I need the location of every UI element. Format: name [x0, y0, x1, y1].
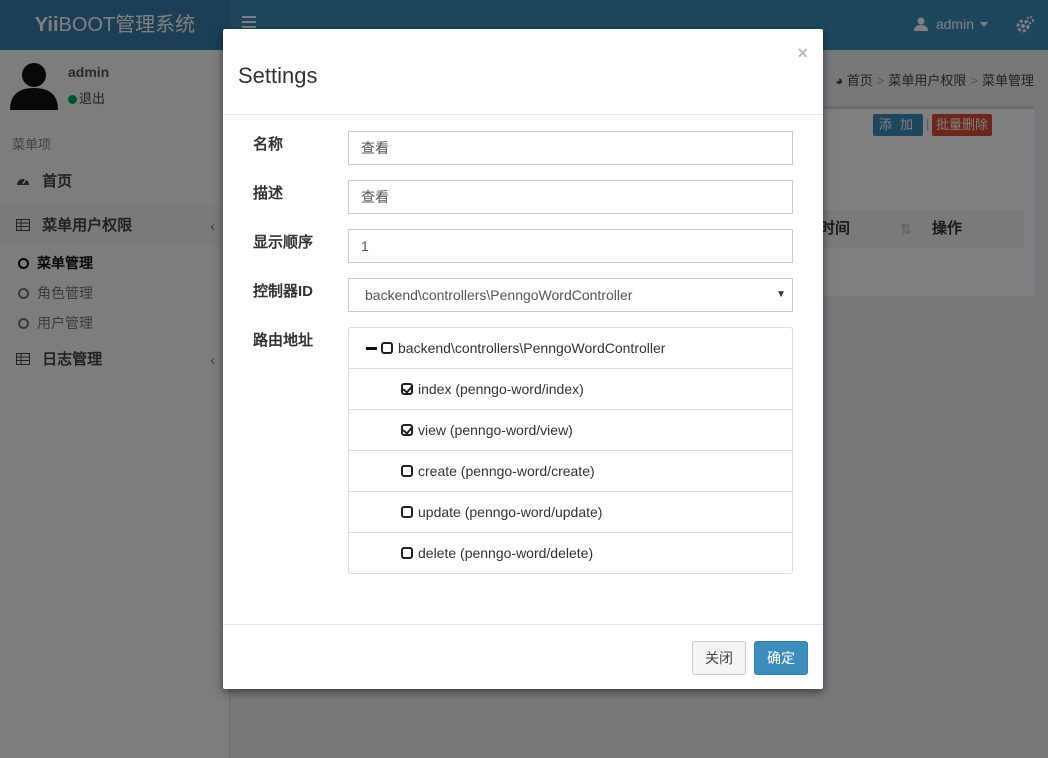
settings-modal: Settings × 名称 描述 显示顺序 控制器ID backend\cont… — [223, 29, 823, 689]
close-icon[interactable]: × — [797, 43, 808, 64]
label-controller: 控制器ID — [253, 283, 314, 300]
desc-input[interactable] — [348, 180, 793, 214]
route-label: update (penngo-word/update) — [418, 504, 603, 520]
checked-checkbox-icon[interactable] — [401, 424, 413, 436]
controller-select[interactable]: backend\controllers\PenngoWordController… — [348, 278, 793, 312]
tree-root-row[interactable]: backend\controllers\PenngoWordController — [349, 328, 792, 369]
tree-row-index[interactable]: index (penngo-word/index) — [349, 369, 792, 410]
label-order: 显示顺序 — [253, 234, 314, 251]
checkbox-icon[interactable] — [381, 342, 393, 354]
collapse-icon[interactable] — [366, 347, 377, 350]
modal-footer: 关闭 确定 — [223, 624, 823, 689]
tree-row-view[interactable]: view (penngo-word/view) — [349, 410, 792, 451]
label-route: 路由地址 — [253, 332, 314, 349]
select-arrow-icon: ▼ — [776, 289, 786, 300]
name-input[interactable] — [348, 131, 793, 165]
checked-checkbox-icon[interactable] — [401, 383, 413, 395]
route-label: create (penngo-word/create) — [418, 463, 595, 479]
checkbox-icon[interactable] — [401, 506, 413, 518]
modal-title: Settings — [238, 63, 318, 88]
label-desc: 描述 — [253, 185, 284, 202]
controller-select-value: backend\controllers\PenngoWordController — [365, 287, 633, 303]
route-label: index (penngo-word/index) — [418, 381, 584, 397]
modal-header: Settings × — [223, 29, 823, 115]
route-tree: backend\controllers\PenngoWordController… — [348, 327, 793, 574]
route-label: view (penngo-word/view) — [418, 422, 573, 438]
tree-root-label: backend\controllers\PenngoWordController — [398, 340, 666, 356]
close-button[interactable]: 关闭 — [692, 641, 746, 675]
tree-row-update[interactable]: update (penngo-word/update) — [349, 492, 792, 533]
checkbox-icon[interactable] — [401, 547, 413, 559]
route-label: delete (penngo-word/delete) — [418, 545, 594, 561]
checkbox-icon[interactable] — [401, 465, 413, 477]
label-name: 名称 — [253, 136, 284, 153]
confirm-button[interactable]: 确定 — [754, 641, 808, 675]
order-input[interactable] — [348, 229, 793, 263]
tree-row-delete[interactable]: delete (penngo-word/delete) — [349, 533, 792, 574]
tree-row-create[interactable]: create (penngo-word/create) — [349, 451, 792, 492]
